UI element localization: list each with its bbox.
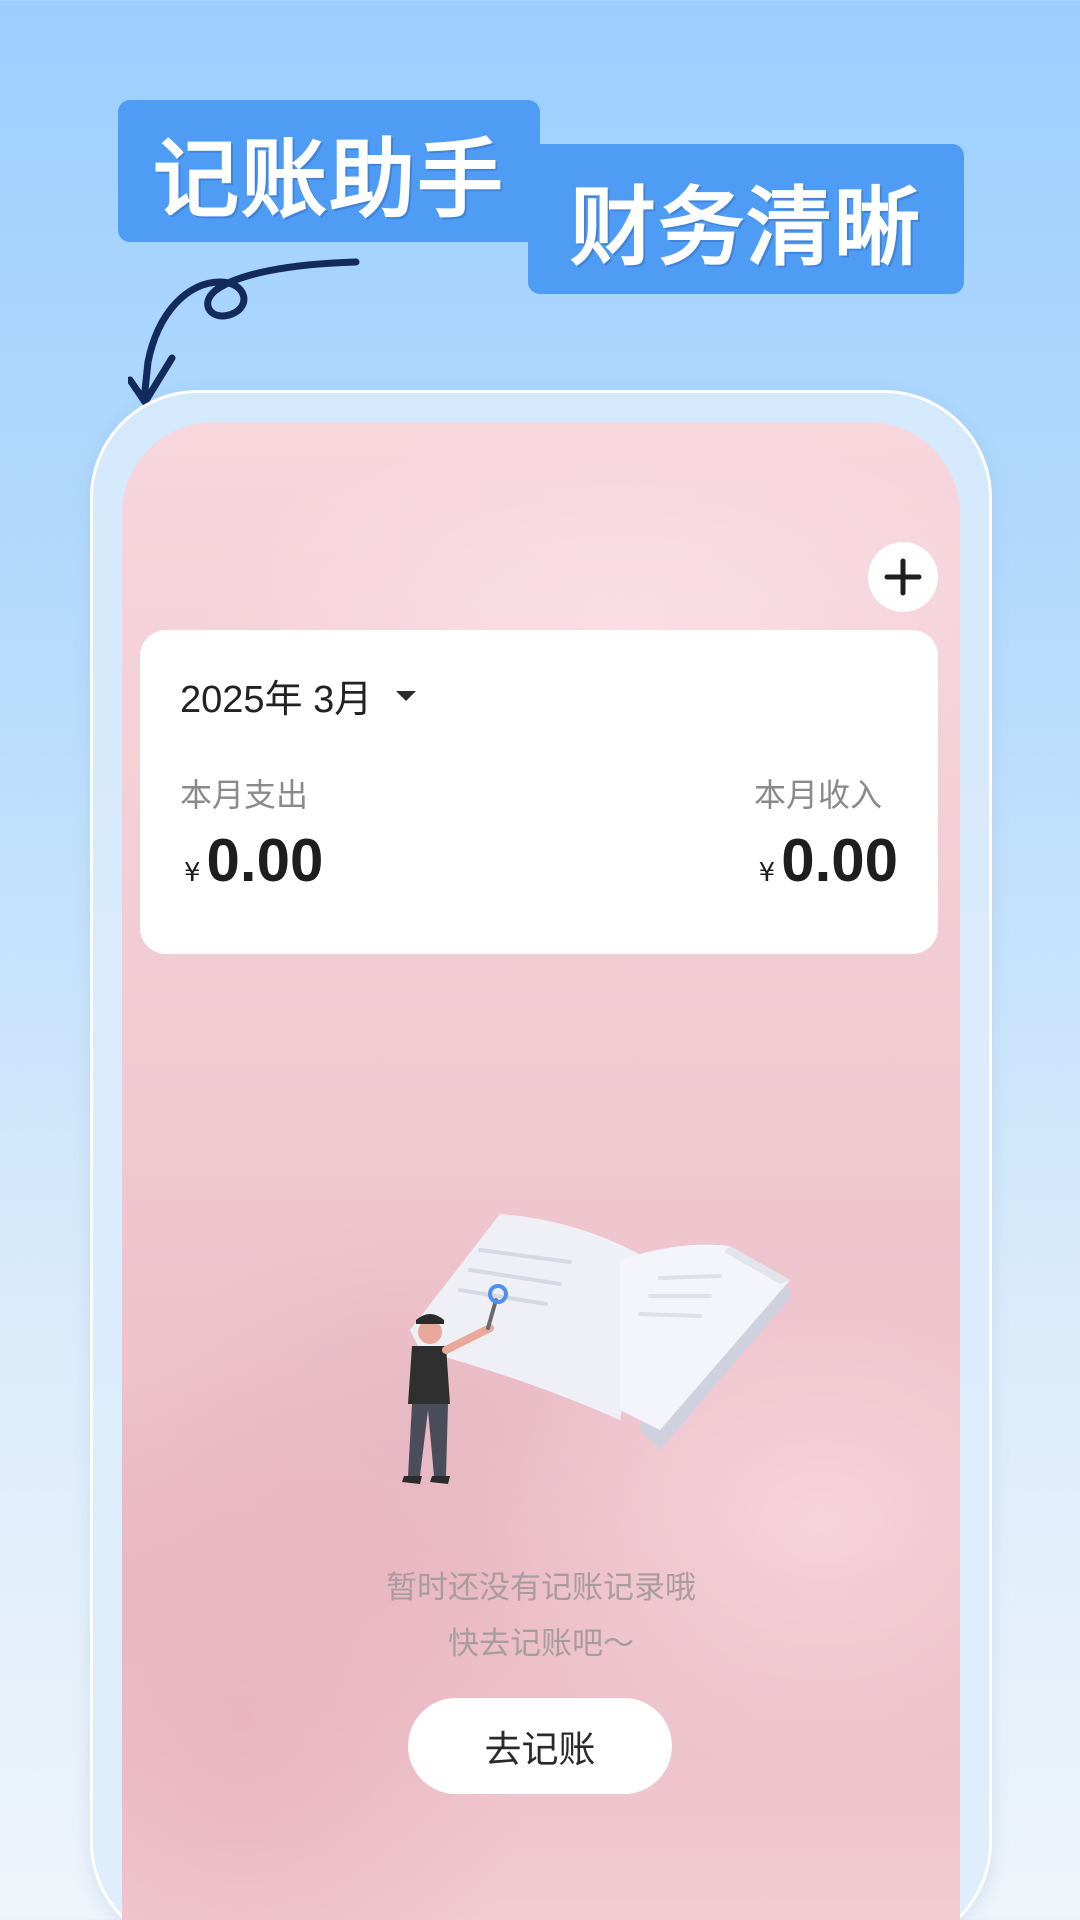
headline-badge-primary: 记账助手 (118, 100, 540, 242)
headline-badge-primary-text: 记账助手 (153, 129, 505, 230)
income-amount: 0.00 (781, 827, 898, 894)
plus-icon (884, 558, 922, 596)
go-record-button[interactable]: 去记账 (408, 1698, 672, 1794)
headline-badge-secondary: 财务清晰 (528, 144, 964, 294)
curly-arrow-icon (128, 258, 360, 406)
expense-label: 本月支出 (180, 776, 309, 814)
expense-amount: 0.00 (206, 827, 324, 894)
income-currency: ¥ (758, 858, 776, 888)
monthly-summary-card: 2025年 3月 本月支出 本月收入 ¥ 0.00 ¥ 0.00 (140, 630, 938, 954)
caret-down-icon (396, 690, 417, 701)
income-label: 本月收入 (753, 776, 882, 814)
empty-state-message: 暂时还没有记账记录哦 (386, 1570, 696, 1606)
month-label: 2025年 3月 (180, 679, 373, 721)
empty-state-hint: 快去记账吧～ (448, 1626, 634, 1662)
expense-currency: ¥ (184, 858, 201, 888)
income-value: ¥ 0.00 (759, 826, 898, 895)
month-selector[interactable]: 2025年 3月 (180, 668, 418, 723)
person-reading-book-illustration (402, 1214, 790, 1484)
add-record-button[interactable] (868, 542, 938, 612)
expense-value: ¥ 0.00 (184, 826, 323, 895)
headline-badge-secondary-text: 财务清晰 (570, 177, 922, 278)
go-record-button-label: 去记账 (484, 1728, 596, 1771)
